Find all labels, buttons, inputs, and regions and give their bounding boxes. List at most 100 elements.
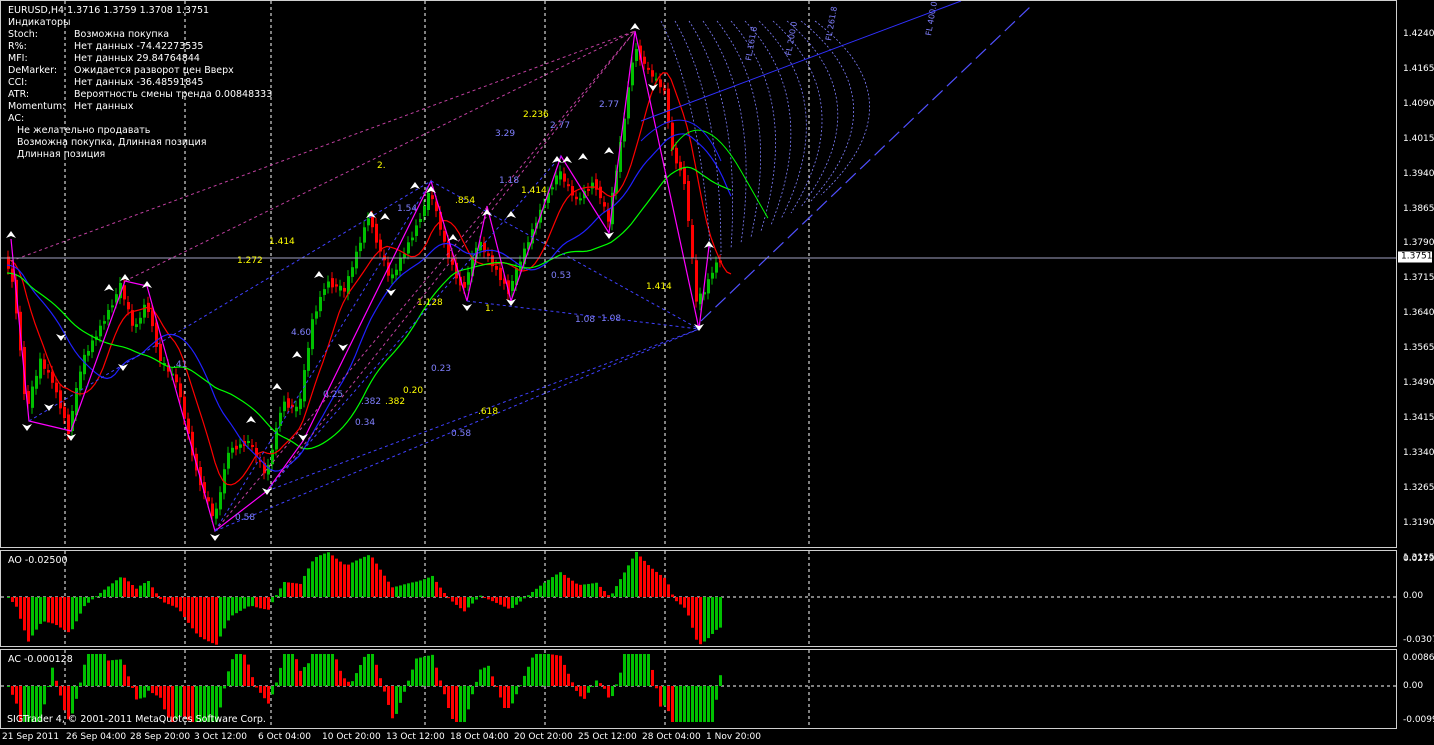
indicator-row: ATR: Вероятность смены тренда 0.00848333 bbox=[8, 89, 272, 101]
candle-body bbox=[419, 219, 422, 222]
ao-bar bbox=[11, 597, 14, 602]
ao-bar bbox=[87, 597, 90, 603]
ao-bar bbox=[655, 571, 658, 597]
ao-bar bbox=[235, 597, 238, 614]
candle-body bbox=[179, 383, 182, 398]
ao-bar bbox=[547, 579, 550, 597]
ac-bar bbox=[415, 658, 418, 686]
ac-bar bbox=[719, 675, 722, 686]
ac-bar bbox=[607, 686, 610, 698]
ao-bar bbox=[399, 585, 402, 597]
fib-level-label: .382 bbox=[385, 397, 405, 407]
ao-bar bbox=[323, 553, 326, 597]
candle-body bbox=[227, 452, 230, 469]
fib-level-label: 1.128 bbox=[417, 298, 443, 308]
ao-axis-label: 0.00 bbox=[1403, 591, 1424, 601]
ac-bar bbox=[83, 664, 86, 686]
fib-expansion-label: FL 200.0 bbox=[784, 21, 799, 57]
ac-bar bbox=[275, 682, 278, 686]
fib-arc bbox=[814, 20, 870, 196]
price-tick-label: 1.4090 bbox=[1403, 98, 1434, 109]
fib-arc bbox=[688, 20, 733, 250]
ao-bar bbox=[575, 583, 578, 597]
candle-body bbox=[367, 218, 370, 226]
time-tick-label: 28 Sep 20:00 bbox=[130, 732, 191, 742]
ao-bar bbox=[131, 584, 134, 597]
ac-bar bbox=[535, 654, 538, 686]
ao-bar bbox=[379, 569, 382, 597]
ac-advice-line: Не желательно продавать bbox=[17, 125, 151, 136]
ac-axis-label: 0.00 bbox=[1403, 681, 1424, 691]
fractal-up-icon bbox=[578, 153, 588, 160]
ac-bar bbox=[267, 686, 270, 704]
ao-bar bbox=[147, 581, 150, 597]
candle-body bbox=[127, 302, 130, 310]
ac-bar bbox=[423, 656, 426, 686]
ac-bar bbox=[239, 654, 242, 686]
ac-bar bbox=[507, 686, 510, 708]
ao-bar bbox=[79, 597, 82, 614]
ac-bar bbox=[683, 686, 686, 722]
candle-body bbox=[407, 242, 410, 254]
indicator-row: DeMarker: Ожидается разворот цен Вверх bbox=[8, 65, 272, 77]
ao-bar bbox=[631, 558, 634, 597]
ao-bar bbox=[271, 597, 274, 603]
ao-bar bbox=[407, 583, 410, 597]
ac-bar bbox=[475, 681, 478, 686]
ao-bar bbox=[699, 597, 702, 645]
ac-bar bbox=[679, 686, 682, 722]
ac-bar bbox=[399, 686, 402, 703]
candle-body bbox=[159, 343, 162, 361]
ao-bar bbox=[187, 597, 190, 623]
candle-body bbox=[371, 216, 374, 228]
indicator-key: R%: bbox=[8, 41, 27, 52]
ac-bar bbox=[539, 654, 542, 686]
candle-body bbox=[699, 293, 702, 305]
fractal-down-icon bbox=[462, 304, 472, 311]
candle-body bbox=[391, 274, 394, 279]
candle-body bbox=[35, 375, 38, 389]
candle-body bbox=[219, 492, 222, 510]
candle-body bbox=[499, 267, 502, 281]
ac-bar bbox=[435, 667, 438, 686]
main-chart-pane[interactable]: 2. 1.414 1.272 3.29 2.236 2.77 2.77 1.54.854 1.1… bbox=[0, 0, 1397, 548]
ac-bar bbox=[71, 686, 74, 714]
fib-level-label: .854 bbox=[455, 196, 475, 206]
candle-body bbox=[299, 398, 302, 409]
ao-bar bbox=[203, 597, 206, 640]
fib-level-label: 1.08 bbox=[601, 314, 621, 324]
ac-bar bbox=[479, 669, 482, 686]
ao-bar bbox=[339, 561, 342, 597]
ac-bar bbox=[255, 686, 258, 688]
indicator-rows: Stoch: Возможна покупка R%: Нет данных -74… bbox=[8, 29, 272, 125]
candle-body bbox=[651, 70, 654, 77]
indicator-value: Нет данных bbox=[74, 101, 134, 112]
ac-bar bbox=[115, 659, 118, 686]
ao-bar bbox=[679, 597, 682, 605]
candle-body bbox=[587, 188, 590, 191]
ao-pane[interactable]: AO -0.02500 bbox=[0, 550, 1397, 647]
candle-body bbox=[559, 171, 562, 180]
price-tick-label: 1.3565 bbox=[1403, 343, 1434, 354]
ao-bar bbox=[691, 597, 694, 628]
price-tick-label: 1.3940 bbox=[1403, 168, 1434, 179]
ac-bar bbox=[519, 685, 522, 687]
candle-body bbox=[59, 390, 62, 409]
fractal-down-icon bbox=[386, 289, 396, 296]
price-tick-label: 1.3715 bbox=[1403, 273, 1434, 284]
ao-bar bbox=[559, 572, 562, 597]
ao-bar bbox=[279, 588, 282, 597]
ac-bar bbox=[483, 667, 486, 686]
candle-body bbox=[363, 227, 366, 243]
price-tick-label: 1.3340 bbox=[1403, 447, 1434, 458]
price-tick-label: 1.3265 bbox=[1403, 482, 1434, 493]
ao-bar bbox=[295, 583, 298, 597]
candle-body bbox=[355, 251, 358, 269]
ao-bar bbox=[607, 595, 610, 597]
ac-bar bbox=[463, 686, 466, 722]
ao-bar bbox=[267, 597, 270, 610]
time-tick-label: 21 Sep 2011 bbox=[2, 732, 60, 742]
ao-histogram[interactable] bbox=[1, 551, 1396, 646]
candle-body bbox=[99, 325, 102, 337]
ac-bar bbox=[503, 686, 506, 708]
